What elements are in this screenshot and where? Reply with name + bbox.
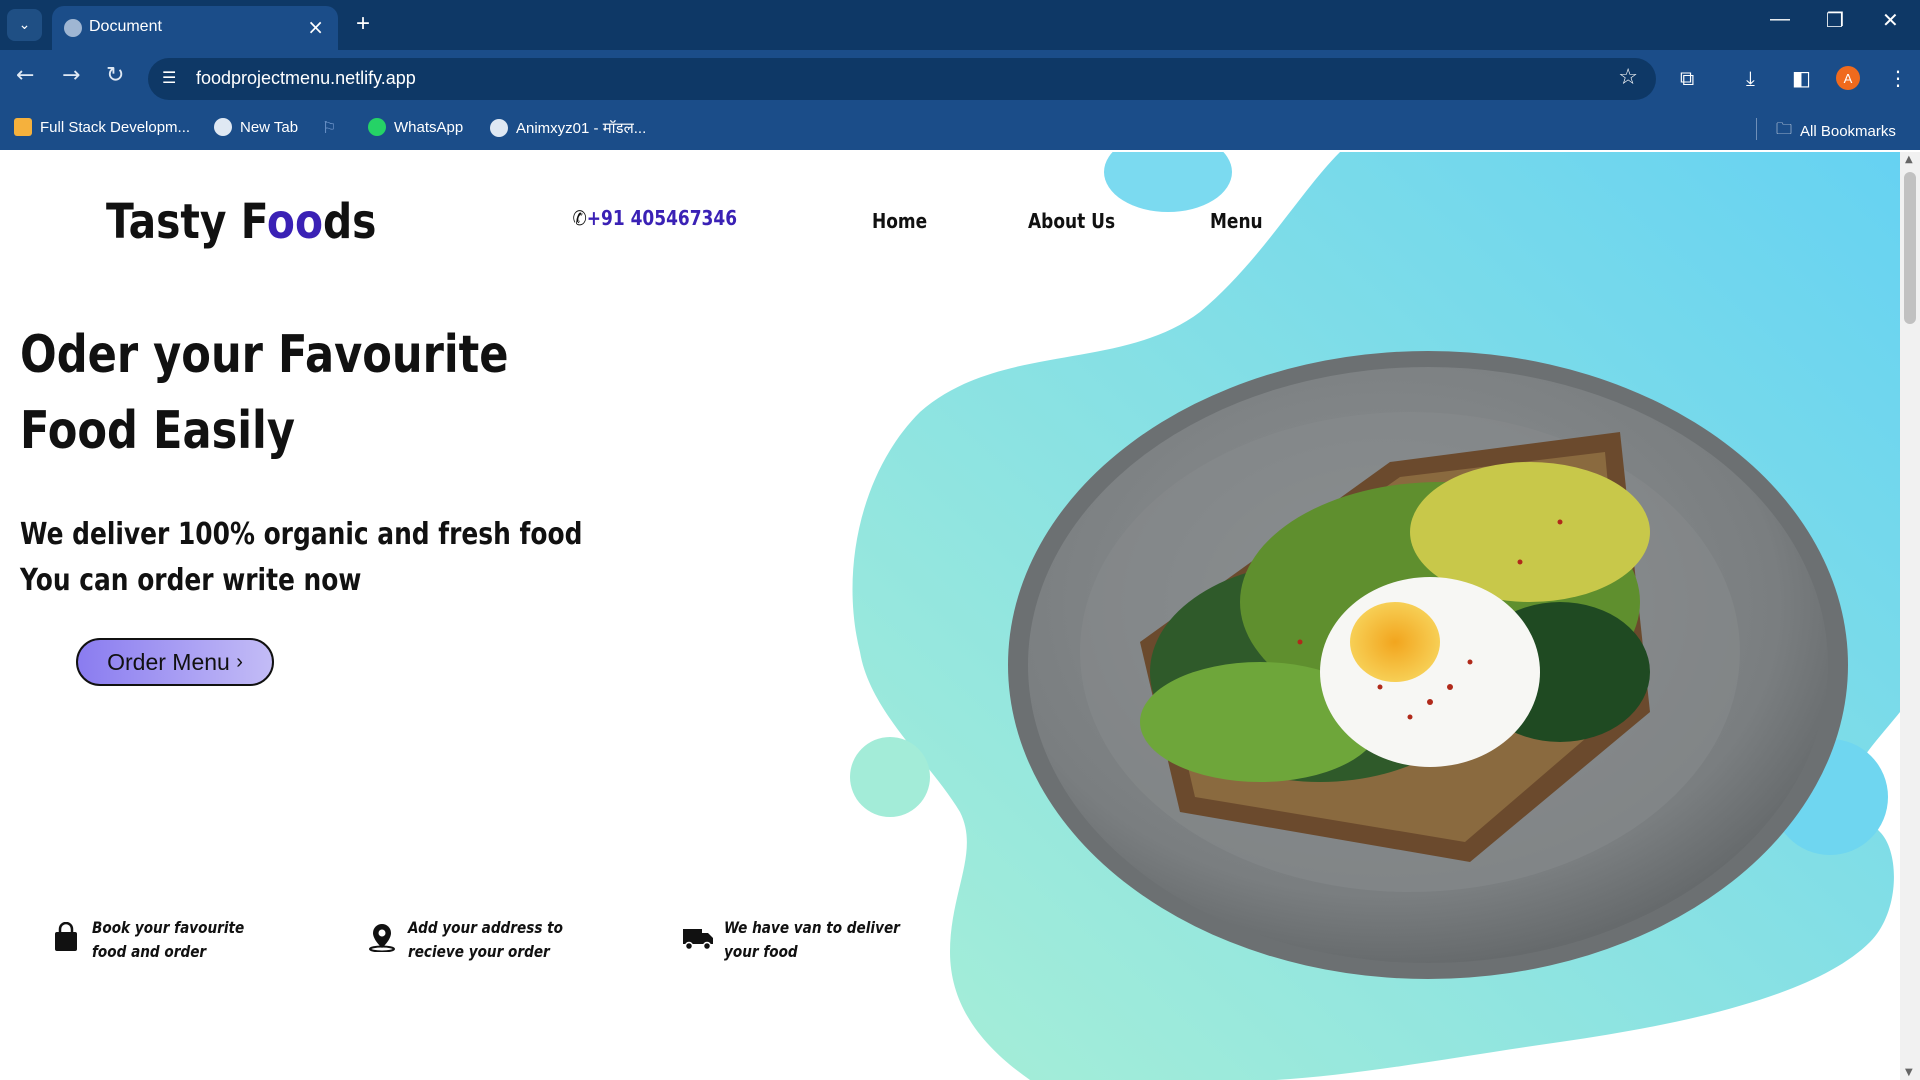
bookmark-label: Full Stack Developm... [40, 118, 191, 136]
reload-icon[interactable]: ↻ [106, 63, 124, 88]
feature-text: Add your address to recieve your order [408, 918, 563, 961]
brand-logo[interactable]: Tasty Foods [106, 194, 376, 250]
chevron-down-icon: ⌄ [18, 17, 31, 33]
close-tab-icon[interactable]: × [307, 15, 324, 39]
location-pin-icon [369, 924, 395, 952]
bookmark-favicon-icon [14, 118, 32, 136]
chevron-right-icon: › [236, 650, 243, 673]
globe-icon [214, 118, 232, 136]
tab-document[interactable]: Document × [52, 6, 338, 50]
order-menu-button[interactable]: Order Menu › [76, 638, 274, 686]
hero-subtitle-line: We deliver 100% organic and fresh food [20, 517, 583, 552]
hero-subtitle-line: You can order write now [20, 563, 362, 598]
download-icon[interactable]: ⤓ [1746, 66, 1755, 90]
menu-kebab-icon[interactable]: ⋮ [1888, 66, 1908, 90]
shopping-bag-icon [55, 922, 77, 951]
nav-home[interactable]: Home [872, 209, 927, 233]
minimize-icon[interactable]: — [1770, 8, 1790, 31]
scroll-up-icon[interactable]: ▲ [1905, 154, 1913, 165]
url-text[interactable]: foodprojectmenu.netlify.app [196, 68, 416, 89]
new-tab-button[interactable]: + [356, 10, 370, 38]
restore-icon[interactable]: ❐ [1826, 8, 1844, 33]
bookmarks-bar: Full Stack Developm... New Tab ⚐ WhatsAp… [0, 108, 1920, 150]
folder-icon: 🗀 [1776, 121, 1793, 138]
bookmark-item[interactable]: New Tab [214, 118, 298, 136]
all-bookmarks-label: All Bookmarks [1800, 123, 1896, 140]
food-plate-image [1008, 351, 1848, 979]
page-scrollbar[interactable]: ▲ ▼ [1900, 152, 1920, 1080]
bookmark-item[interactable]: Full Stack Developm... [14, 118, 190, 136]
site-info-icon[interactable]: ☰ [162, 68, 176, 87]
bookmark-item[interactable]: Animxyz01 - मॉडल... [490, 118, 646, 138]
bookmark-label: New Tab [240, 118, 299, 136]
whatsapp-icon [368, 118, 386, 136]
bookmark-label: WhatsApp [394, 118, 464, 136]
bookmark-item[interactable]: WhatsApp [368, 118, 463, 136]
scroll-down-icon[interactable]: ▼ [1905, 1067, 1913, 1078]
order-menu-label: Order Menu [107, 648, 230, 675]
brand-accent-text: oo [266, 194, 323, 250]
globe-icon [490, 119, 508, 137]
web-page: Tasty Foods ✆+91 405467346 Home About Us… [0, 152, 1900, 1080]
hero-title: Oder your Favourite Food Easily [20, 317, 509, 469]
nav-menu[interactable]: Menu [1210, 209, 1263, 233]
browser-toolbar: ← → ↻ ☰ foodprojectmenu.netlify.app ☆ ⧉ … [0, 50, 1920, 108]
brand-text: Tasty F [106, 194, 267, 250]
hero-title-line: Oder your Favourite [20, 325, 509, 385]
phone-contact[interactable]: ✆+91 405467346 [573, 206, 738, 230]
phone-number: +91 405467346 [586, 206, 738, 230]
bookmarks-divider [1756, 118, 1757, 140]
close-window-icon[interactable]: ✕ [1882, 8, 1899, 33]
back-icon[interactable]: ← [16, 63, 34, 88]
hero-subtitle: We deliver 100% organic and fresh food Y… [20, 512, 582, 604]
tab-title: Document [89, 18, 162, 35]
scrollbar-thumb[interactable] [1904, 172, 1916, 324]
bookmark-star-icon[interactable]: ☆ [1618, 65, 1638, 90]
forward-icon[interactable]: → [62, 63, 80, 88]
globe-icon [64, 19, 82, 37]
all-bookmarks-button[interactable]: 🗀 All Bookmarks [1776, 118, 1896, 145]
hero-title-line: Food Easily [20, 401, 295, 461]
profile-avatar[interactable]: A [1836, 66, 1860, 90]
bookmark-flag-icon[interactable]: ⚐ [322, 118, 336, 138]
phone-icon: ✆ [572, 206, 587, 230]
feature-text: We have van to deliver your food [724, 918, 900, 961]
bookmark-label: Animxyz01 - मॉडल... [516, 120, 647, 137]
nav-about-us[interactable]: About Us [1028, 209, 1115, 233]
tab-strip: ⌄ Document × + — ❐ ✕ [0, 0, 1920, 50]
address-bar[interactable]: ☰ foodprojectmenu.netlify.app ☆ [148, 58, 1656, 100]
brand-text-end: ds [322, 194, 377, 250]
feature-text: Book your favourite food and order [92, 918, 245, 961]
side-panel-icon[interactable]: ◧ [1792, 66, 1811, 90]
extensions-icon[interactable]: ⧉ [1680, 66, 1694, 90]
delivery-truck-icon [683, 929, 713, 951]
tab-search-button[interactable]: ⌄ [7, 9, 42, 41]
